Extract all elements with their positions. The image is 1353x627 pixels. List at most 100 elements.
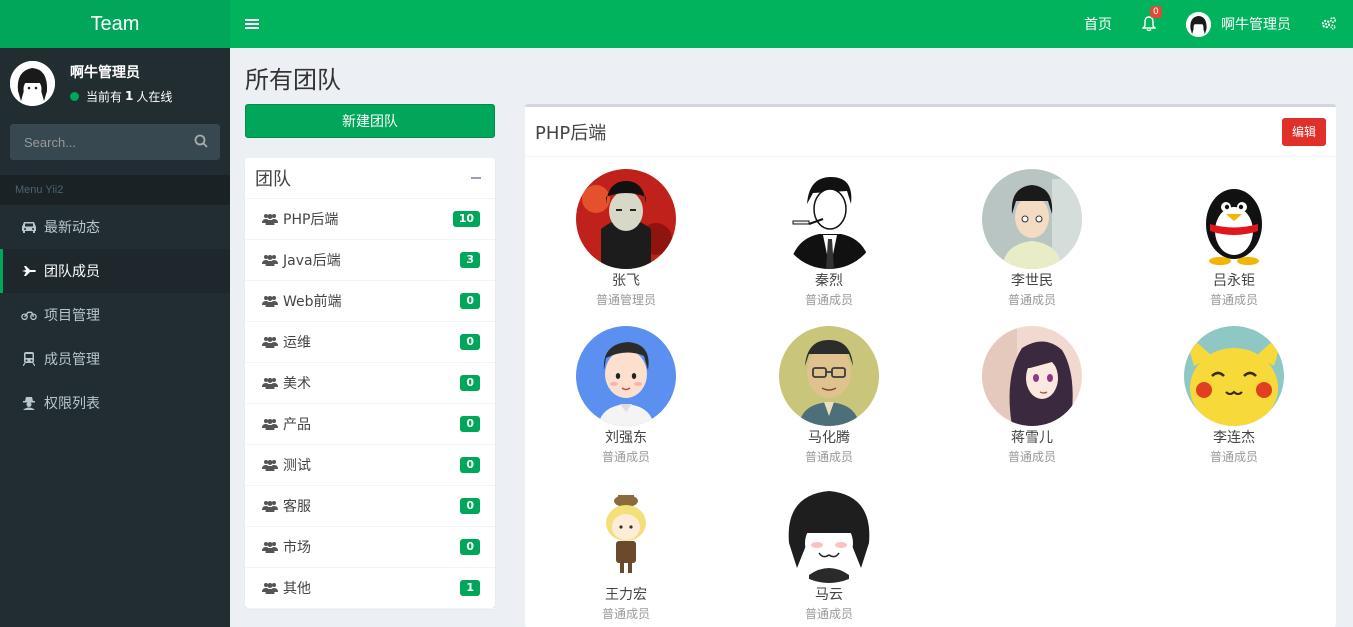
motorcycle-icon <box>21 307 37 323</box>
users-icon <box>262 418 278 430</box>
team-item[interactable]: 美术 0 <box>245 363 495 404</box>
new-team-button[interactable]: 新建团队 <box>245 104 495 138</box>
member-avatar[interactable] <box>982 169 1082 269</box>
team-item-label: 运维 <box>283 335 311 351</box>
sidebar-item-projects[interactable]: 项目管理 <box>0 293 230 337</box>
member-card[interactable]: 吕永钜 普通成员 <box>1164 169 1304 308</box>
sidebar-toggle-icon[interactable] <box>245 17 259 31</box>
team-list-header: 团队 <box>245 158 495 199</box>
member-role: 普通成员 <box>804 293 853 307</box>
member-card[interactable]: 秦烈 普通成员 <box>759 169 899 308</box>
team-item-label: Web前端 <box>283 294 342 310</box>
member-panel-header: PHP后端 编辑 <box>525 107 1336 157</box>
member-avatar[interactable] <box>779 326 879 426</box>
team-item[interactable]: 客服 0 <box>245 486 495 527</box>
team-item-label: PHP后端 <box>283 212 339 228</box>
member-avatar[interactable] <box>1184 326 1284 426</box>
team-item[interactable]: 运维 0 <box>245 322 495 363</box>
team-count-badge: 0 <box>460 498 480 514</box>
team-item[interactable]: 其他 1 <box>245 568 495 609</box>
sidebar-search <box>10 124 220 160</box>
member-name: 李连杰 <box>1213 430 1255 446</box>
team-item-label: 客服 <box>283 499 311 515</box>
team-item-label: Java后端 <box>283 253 341 269</box>
member-name: 刘强东 <box>605 430 647 446</box>
app-logo[interactable]: Team <box>0 0 230 48</box>
users-icon <box>262 500 278 512</box>
team-item-label: 市场 <box>283 540 311 556</box>
sidebar: Team 啊牛管理员 当前有 1 人在线 Menu Yii <box>0 0 230 627</box>
sidebar-item-members[interactable]: 成员管理 <box>0 337 230 381</box>
gears-icon[interactable] <box>1321 16 1337 32</box>
member-avatar[interactable] <box>576 169 676 269</box>
member-role: 普通成员 <box>601 450 650 464</box>
member-card[interactable]: 王力宏 普通成员 <box>556 483 696 622</box>
nav-home-link[interactable]: 首页 <box>1084 14 1112 34</box>
user-secret-icon <box>21 395 37 411</box>
member-panel: PHP后端 编辑 张飞 普通管理员 秦烈 普通成员 李世民 普通成员 吕永钜 普通成员 刘强东普… <box>525 104 1336 627</box>
sidebar-item-permissions[interactable]: 权限列表 <box>0 381 230 425</box>
team-count-badge: 10 <box>452 211 480 227</box>
nav-user-menu[interactable]: 啊牛管理员 <box>1186 11 1291 37</box>
train-icon <box>21 351 37 367</box>
member-name: 秦烈 <box>815 273 843 289</box>
member-avatar[interactable] <box>576 326 676 426</box>
users-icon <box>262 254 278 266</box>
bell-icon[interactable]: 0 <box>1141 6 1162 32</box>
member-role: 普通成员 <box>601 607 650 621</box>
member-name: 马化腾 <box>808 430 850 446</box>
sidebar-item-label: 权限列表 <box>44 396 100 412</box>
online-dot-icon <box>70 91 79 101</box>
member-name: 蒋雪儿 <box>1011 430 1053 446</box>
team-item[interactable]: 测试 0 <box>245 445 495 486</box>
users-icon <box>262 213 278 225</box>
sidebar-item-latest[interactable]: 最新动态 <box>0 205 230 249</box>
member-card[interactable]: 蒋雪儿 普通成员 <box>962 326 1102 465</box>
users-icon <box>262 582 278 594</box>
team-item-label: 测试 <box>283 458 311 474</box>
user-avatar-small <box>1186 11 1211 37</box>
member-avatar[interactable] <box>576 483 676 583</box>
member-avatar[interactable] <box>779 169 879 269</box>
team-list-title: 团队 <box>255 169 291 190</box>
team-item[interactable]: PHP后端 10 <box>245 199 495 240</box>
member-name: 王力宏 <box>605 587 647 603</box>
member-card[interactable]: 李连杰 普通成员 <box>1164 326 1304 465</box>
user-panel: 啊牛管理员 当前有 1 人在线 <box>0 48 230 118</box>
car-icon <box>21 219 37 235</box>
team-item[interactable]: Web前端 0 <box>245 281 495 322</box>
search-icon[interactable] <box>194 133 208 152</box>
team-count-badge: 3 <box>460 252 480 268</box>
team-count-badge: 0 <box>460 293 480 309</box>
online-status: 当前有 1 人在线 <box>70 88 172 105</box>
member-role: 普通成员 <box>1209 450 1258 464</box>
sidebar-item-label: 成员管理 <box>44 352 100 368</box>
member-card[interactable]: 马化腾 普通成员 <box>759 326 899 465</box>
member-avatar[interactable] <box>779 483 879 583</box>
collapse-icon[interactable] <box>471 177 481 179</box>
sidebar-item-label: 项目管理 <box>44 308 100 324</box>
nav-user-name: 啊牛管理员 <box>1221 17 1291 33</box>
search-input[interactable] <box>24 134 174 150</box>
menu-header: Menu Yii2 <box>0 175 230 205</box>
member-avatar[interactable] <box>982 326 1082 426</box>
member-card[interactable]: 李世民 普通成员 <box>962 169 1102 308</box>
member-role: 普通成员 <box>1007 450 1056 464</box>
team-item[interactable]: Java后端 3 <box>245 240 495 281</box>
member-name: 马云 <box>815 587 843 603</box>
member-card[interactable]: 马云 普通成员 <box>759 483 899 622</box>
team-item[interactable]: 产品 0 <box>245 404 495 445</box>
notification-badge: 0 <box>1150 6 1162 18</box>
edit-button[interactable]: 编辑 <box>1282 117 1326 146</box>
team-count-badge: 0 <box>460 334 480 350</box>
member-role: 普通管理员 <box>595 293 656 307</box>
sidebar-item-team-members[interactable]: 团队成员 <box>0 249 230 293</box>
member-avatar[interactable] <box>1184 169 1284 269</box>
page-title: 所有团队 <box>245 66 341 94</box>
member-card[interactable]: 张飞 普通管理员 <box>556 169 696 308</box>
team-item-label: 其他 <box>283 581 311 597</box>
member-card[interactable]: 刘强东 普通成员 <box>556 326 696 465</box>
team-item[interactable]: 市场 0 <box>245 527 495 568</box>
member-role: 普通成员 <box>1209 293 1258 307</box>
team-item-label: 美术 <box>283 376 311 392</box>
